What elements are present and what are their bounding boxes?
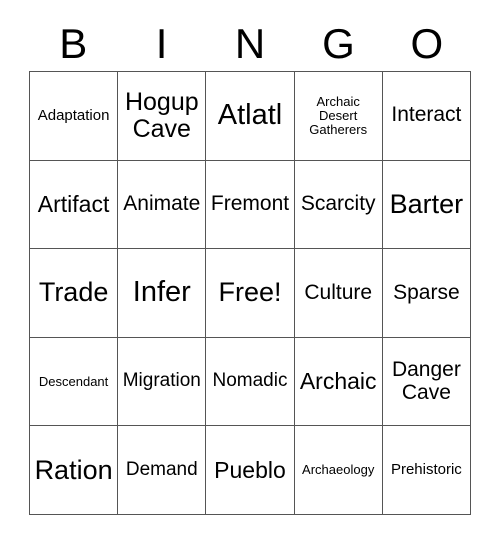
bingo-cell[interactable]: Scarcity	[294, 160, 383, 250]
bingo-cell-label: Hogup Cave	[124, 87, 199, 143]
bingo-cell[interactable]: Archaic Desert Gatherers	[294, 72, 383, 161]
bingo-cell-label: Archaic	[299, 368, 377, 395]
bingo-cell-label: Infer	[132, 276, 191, 309]
bingo-cell[interactable]: Artifact	[30, 160, 119, 250]
bingo-cell-label: Ration	[34, 454, 113, 485]
bingo-header-letter-g: G	[322, 20, 355, 67]
bingo-cell-label: Free!	[218, 277, 282, 308]
bingo-cell[interactable]: Nomadic	[206, 337, 295, 427]
bingo-cell[interactable]: Fremont	[206, 160, 295, 250]
bingo-cell-label: Animate	[123, 192, 201, 216]
bingo-cell-label: Sparse	[393, 280, 460, 304]
bingo-cell[interactable]: Danger Cave	[382, 337, 471, 427]
bingo-cell-label: Scarcity	[300, 192, 376, 216]
bingo-cell[interactable]: Migration	[118, 337, 207, 427]
bingo-cell-label: Artifact	[37, 190, 110, 217]
bingo-cell[interactable]: Sparse	[382, 249, 471, 338]
bingo-grid: Adaptation Hogup Cave Atlatl Archaic Desert…	[29, 71, 471, 515]
bingo-cell-label: Descendant	[38, 373, 109, 389]
bingo-cell[interactable]: Prehistoric	[382, 426, 471, 515]
bingo-cell-label: Pueblo	[214, 456, 286, 483]
bingo-cell-label: Atlatl	[217, 99, 283, 132]
bingo-cell[interactable]: Pueblo	[206, 426, 295, 515]
bingo-header-letter-n: N	[234, 20, 266, 67]
bingo-cell-label: Prehistoric	[390, 461, 462, 479]
bingo-cell-label: Trade	[38, 277, 109, 308]
bingo-cell[interactable]: Adaptation	[30, 72, 119, 161]
bingo-cell-label: Interact	[391, 103, 462, 127]
bingo-cell[interactable]: Free!	[206, 249, 295, 338]
bingo-cell[interactable]: Culture	[294, 249, 383, 338]
bingo-cell[interactable]: Hogup Cave	[118, 72, 207, 161]
bingo-cell-label: Danger Cave	[391, 357, 461, 404]
bingo-cell[interactable]: Trade	[30, 249, 119, 338]
bingo-cell-label: Archaeology	[302, 462, 375, 478]
bingo-cell[interactable]: Infer	[118, 249, 207, 338]
bingo-cell-label: Adaptation	[37, 106, 110, 124]
bingo-cell[interactable]: Ration	[30, 426, 119, 515]
bingo-cell[interactable]: Descendant	[30, 337, 119, 427]
bingo-cell[interactable]: Archaic	[294, 337, 383, 427]
bingo-cell[interactable]: Interact	[382, 72, 471, 161]
bingo-cell[interactable]: Barter	[382, 160, 471, 250]
bingo-cell[interactable]: Demand	[118, 426, 207, 515]
bingo-header-letter-i: I	[155, 20, 168, 67]
bingo-cell[interactable]: Animate	[118, 160, 207, 250]
bingo-cell-label: Demand	[125, 458, 198, 480]
bingo-card: B I N G O Adaptation Hogup Cave Atlatl Arch…	[0, 0, 500, 544]
bingo-cell-label: Barter	[389, 188, 464, 219]
bingo-cell[interactable]: Atlatl	[206, 72, 295, 161]
bingo-header-row: B I N G O	[29, 18, 471, 70]
bingo-header-letter-o: O	[410, 20, 444, 67]
bingo-cell-label: Fremont	[210, 192, 290, 216]
bingo-cell-label: Culture	[304, 280, 373, 304]
bingo-cell-label: Archaic Desert Gatherers	[309, 93, 368, 137]
bingo-cell[interactable]: Archaeology	[294, 426, 383, 515]
bingo-cell-label: Nomadic	[212, 370, 288, 392]
bingo-cell-label: Migration	[122, 370, 201, 392]
bingo-header-letter-b: B	[59, 20, 88, 67]
